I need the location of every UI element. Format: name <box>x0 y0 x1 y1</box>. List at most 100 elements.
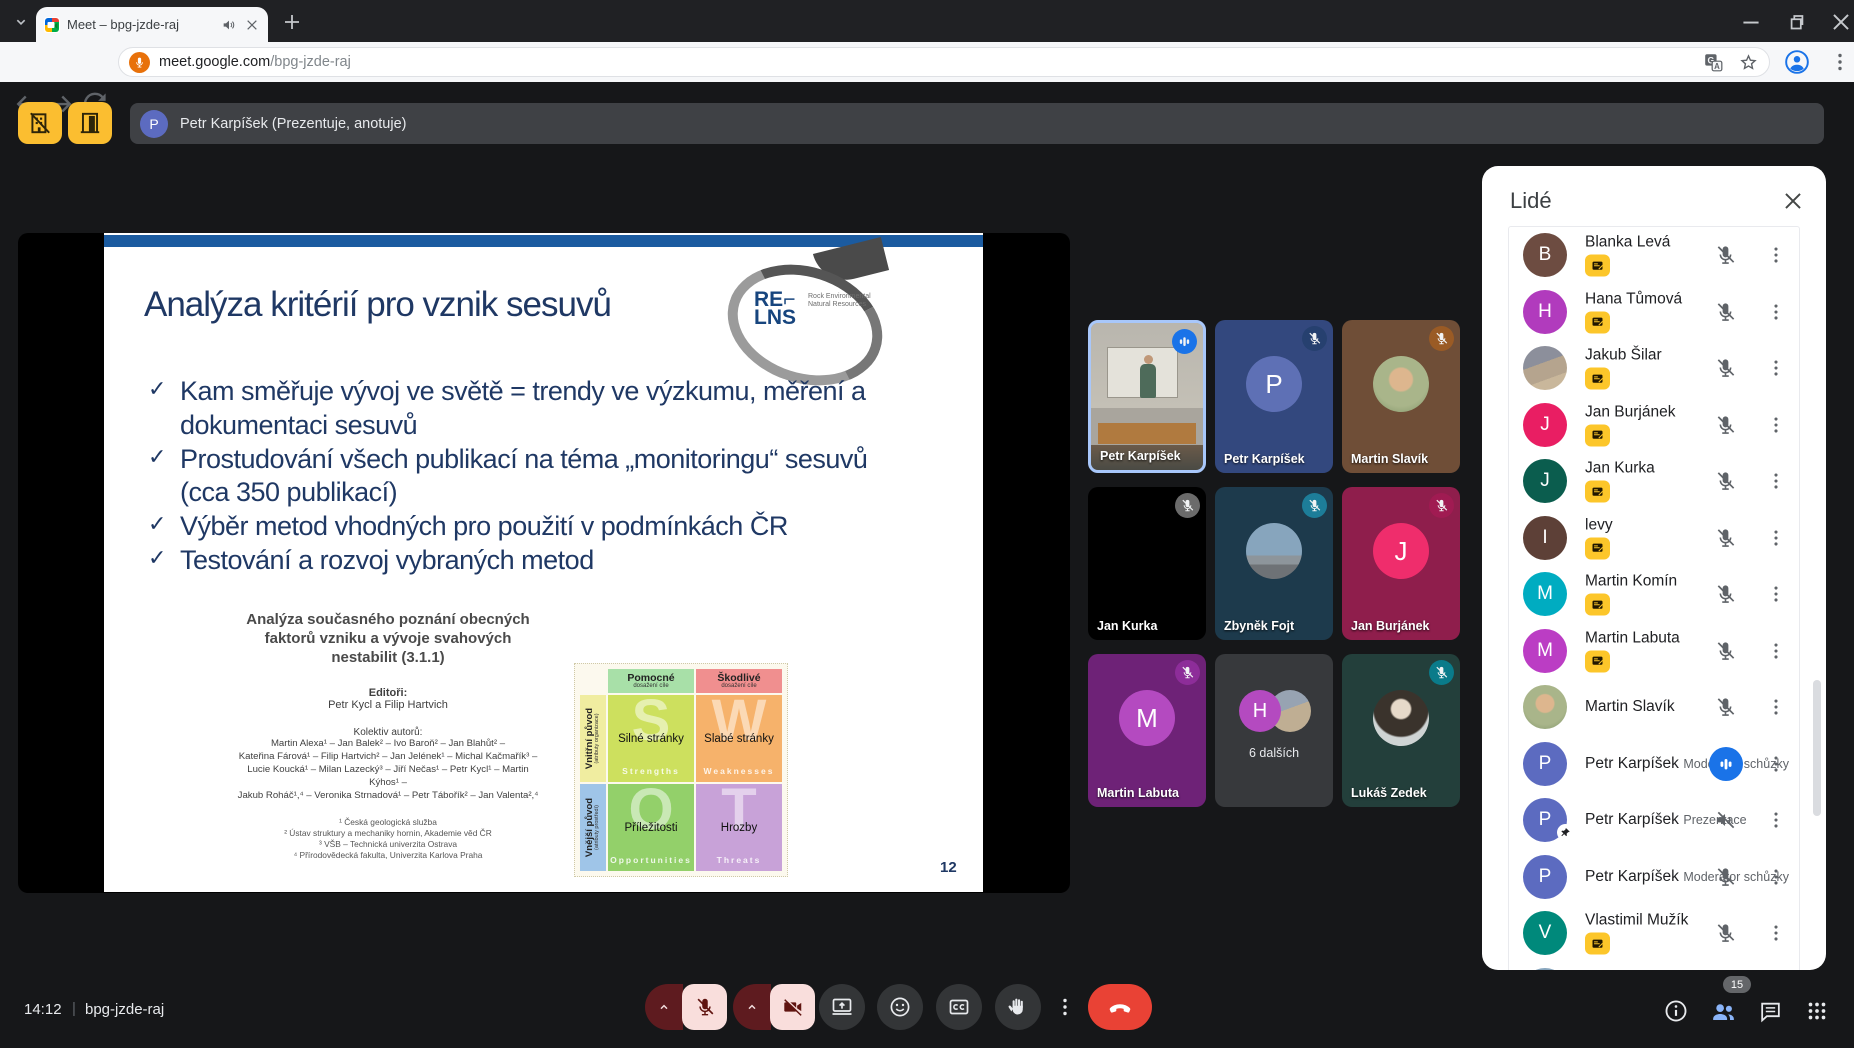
tab-search-chevron-icon[interactable] <box>10 11 32 33</box>
mic-off-icon[interactable] <box>1714 639 1737 662</box>
camera-options-chevron[interactable] <box>733 984 771 1030</box>
participant-row[interactable]: Zbyněk Fojt <box>1509 962 1799 971</box>
more-options-button[interactable] <box>1765 809 1787 831</box>
overflow-tile[interactable]: H 6 dalších <box>1215 654 1333 807</box>
avatar-photo <box>1373 690 1429 746</box>
mic-options-chevron[interactable] <box>645 984 683 1030</box>
participant-row[interactable]: B Blanka Levá <box>1509 227 1799 284</box>
leave-call-button[interactable] <box>1088 984 1152 1030</box>
avatar: P <box>1523 742 1567 786</box>
annotation-toggle-button[interactable] <box>18 102 62 144</box>
activities-button[interactable] <box>1804 998 1830 1024</box>
more-options-button[interactable] <box>1765 301 1787 323</box>
mic-off-icon[interactable] <box>1714 696 1737 719</box>
more-options-button[interactable] <box>1765 414 1787 436</box>
more-options-button[interactable] <box>1765 922 1787 944</box>
swot-diagram: Pomocnédosažení cíle Škodlivédosažení cí… <box>574 663 788 877</box>
more-options-button[interactable] <box>1765 753 1787 775</box>
bookmark-star-icon[interactable] <box>1738 52 1759 73</box>
window-close-button[interactable] <box>1828 9 1854 35</box>
participant-row[interactable]: P Petr Karpíšek Moderátor schůzky <box>1509 736 1799 793</box>
translate-icon[interactable] <box>1703 52 1724 73</box>
leave-room-button[interactable] <box>68 102 112 144</box>
participant-row[interactable]: Martin Slavík <box>1509 679 1799 736</box>
audio-off-icon[interactable] <box>1714 809 1737 832</box>
participant-count-badge: 15 <box>1723 976 1751 993</box>
browser-menu-icon[interactable] <box>1828 50 1852 74</box>
video-tile[interactable]: Zbyněk Fojt <box>1215 487 1333 640</box>
mic-off-icon[interactable] <box>1714 244 1737 267</box>
meeting-code-text: bpg-jzde-raj <box>85 1001 164 1018</box>
video-tile[interactable]: Petr Karpíšek <box>1088 320 1206 473</box>
participant-row[interactable]: J Jan Burjánek <box>1509 397 1799 454</box>
participant-row[interactable]: P Petr Karpíšek Prezentace <box>1509 792 1799 849</box>
more-options-button[interactable] <box>1765 527 1787 549</box>
pinned-icon <box>1557 824 1574 841</box>
avatar: J <box>1523 403 1567 447</box>
more-options-button[interactable] <box>1765 357 1787 379</box>
annotation-badge-icon <box>1585 650 1610 672</box>
mic-off-icon[interactable] <box>1714 357 1737 380</box>
mic-off-icon[interactable] <box>1714 922 1737 945</box>
captions-button[interactable] <box>936 984 982 1030</box>
present-screen-button[interactable] <box>819 984 865 1030</box>
mic-off-icon[interactable] <box>1714 526 1737 549</box>
more-options-button[interactable] <box>1765 583 1787 605</box>
avatar: M <box>1523 629 1567 673</box>
participant-row[interactable]: M Martin Labuta <box>1509 623 1799 680</box>
participant-row[interactable]: Jakub Šilar <box>1509 340 1799 397</box>
participant-row[interactable]: H Hana Tůmová <box>1509 284 1799 341</box>
camera-toggle-button[interactable] <box>770 984 815 1030</box>
avatar: I <box>1523 516 1567 560</box>
address-bar[interactable]: meet.google.com/bpg-jzde-raj <box>118 47 1770 77</box>
presentation-stage[interactable]: Analýza kritérií pro vznik sesuvů RE⌐LNS… <box>18 233 1070 893</box>
reactions-button[interactable] <box>877 984 923 1030</box>
video-tile[interactable]: P Petr Karpíšek <box>1215 320 1333 473</box>
more-options-button[interactable] <box>1765 696 1787 718</box>
more-controls-button[interactable] <box>1042 984 1088 1030</box>
rens-logo: RE⌐LNS Rock Environmental Natural Resour… <box>716 259 874 371</box>
mic-off-icon[interactable] <box>1714 470 1737 493</box>
raise-hand-button[interactable] <box>995 984 1041 1030</box>
presenter-banner: P Petr Karpíšek (Prezentuje, anotuje) <box>130 103 1824 144</box>
new-tab-button[interactable] <box>280 10 304 34</box>
people-button[interactable] <box>1710 998 1736 1024</box>
participant-tile-grid: Petr Karpíšek P Petr Karpíšek Martin Sla… <box>1088 320 1460 807</box>
more-options-button[interactable] <box>1765 866 1787 888</box>
mic-off-icon[interactable] <box>1714 413 1737 436</box>
mic-off-icon[interactable] <box>1714 865 1737 888</box>
avatar: P <box>1246 356 1302 412</box>
more-options-button[interactable] <box>1765 244 1787 266</box>
tab-close-icon[interactable] <box>244 17 260 33</box>
participant-row[interactable]: V Vlastimil Mužík <box>1509 905 1799 962</box>
video-tile[interactable]: J Jan Burjánek <box>1342 487 1460 640</box>
chat-button[interactable] <box>1758 998 1784 1024</box>
slide-title: Analýza kritérií pro vznik sesuvů <box>144 285 611 325</box>
window-minimize-button[interactable] <box>1738 9 1764 35</box>
participant-row[interactable]: J Jan Kurka <box>1509 453 1799 510</box>
participant-row[interactable]: I levy <box>1509 510 1799 567</box>
meeting-details-button[interactable] <box>1663 998 1689 1024</box>
slide-bullet: ✓Testování a rozvoj vybraných metod <box>148 544 920 578</box>
video-tile[interactable]: Lukáš Zedek <box>1342 654 1460 807</box>
video-tile[interactable]: Jan Kurka <box>1088 487 1206 640</box>
mic-off-icon[interactable] <box>1714 583 1737 606</box>
mic-permission-icon[interactable] <box>129 52 150 73</box>
participant-row[interactable]: P Petr Karpíšek Moderátor schůzky <box>1509 849 1799 906</box>
window-restore-button[interactable] <box>1784 9 1810 35</box>
video-tile[interactable]: Martin Slavík <box>1342 320 1460 473</box>
more-options-button[interactable] <box>1765 470 1787 492</box>
close-panel-button[interactable] <box>1780 188 1806 214</box>
tab-audio-icon[interactable] <box>221 17 237 33</box>
tab-title: Meet – bpg-jzde-raj <box>67 17 214 32</box>
annotation-badge-icon <box>1585 255 1610 277</box>
browser-tab[interactable]: Meet – bpg-jzde-raj <box>36 7 268 42</box>
participant-row[interactable]: M Martin Komín <box>1509 566 1799 623</box>
panel-scrollbar[interactable] <box>1813 680 1821 816</box>
video-tile[interactable]: M Martin Labuta <box>1088 654 1206 807</box>
more-options-button[interactable] <box>1765 640 1787 662</box>
mic-off-icon[interactable] <box>1714 300 1737 323</box>
participant-list: B Blanka Levá H Hana Tůmová Jakub Šilar … <box>1508 226 1800 970</box>
profile-avatar-icon[interactable] <box>1784 49 1810 75</box>
mic-toggle-button[interactable] <box>682 984 727 1030</box>
